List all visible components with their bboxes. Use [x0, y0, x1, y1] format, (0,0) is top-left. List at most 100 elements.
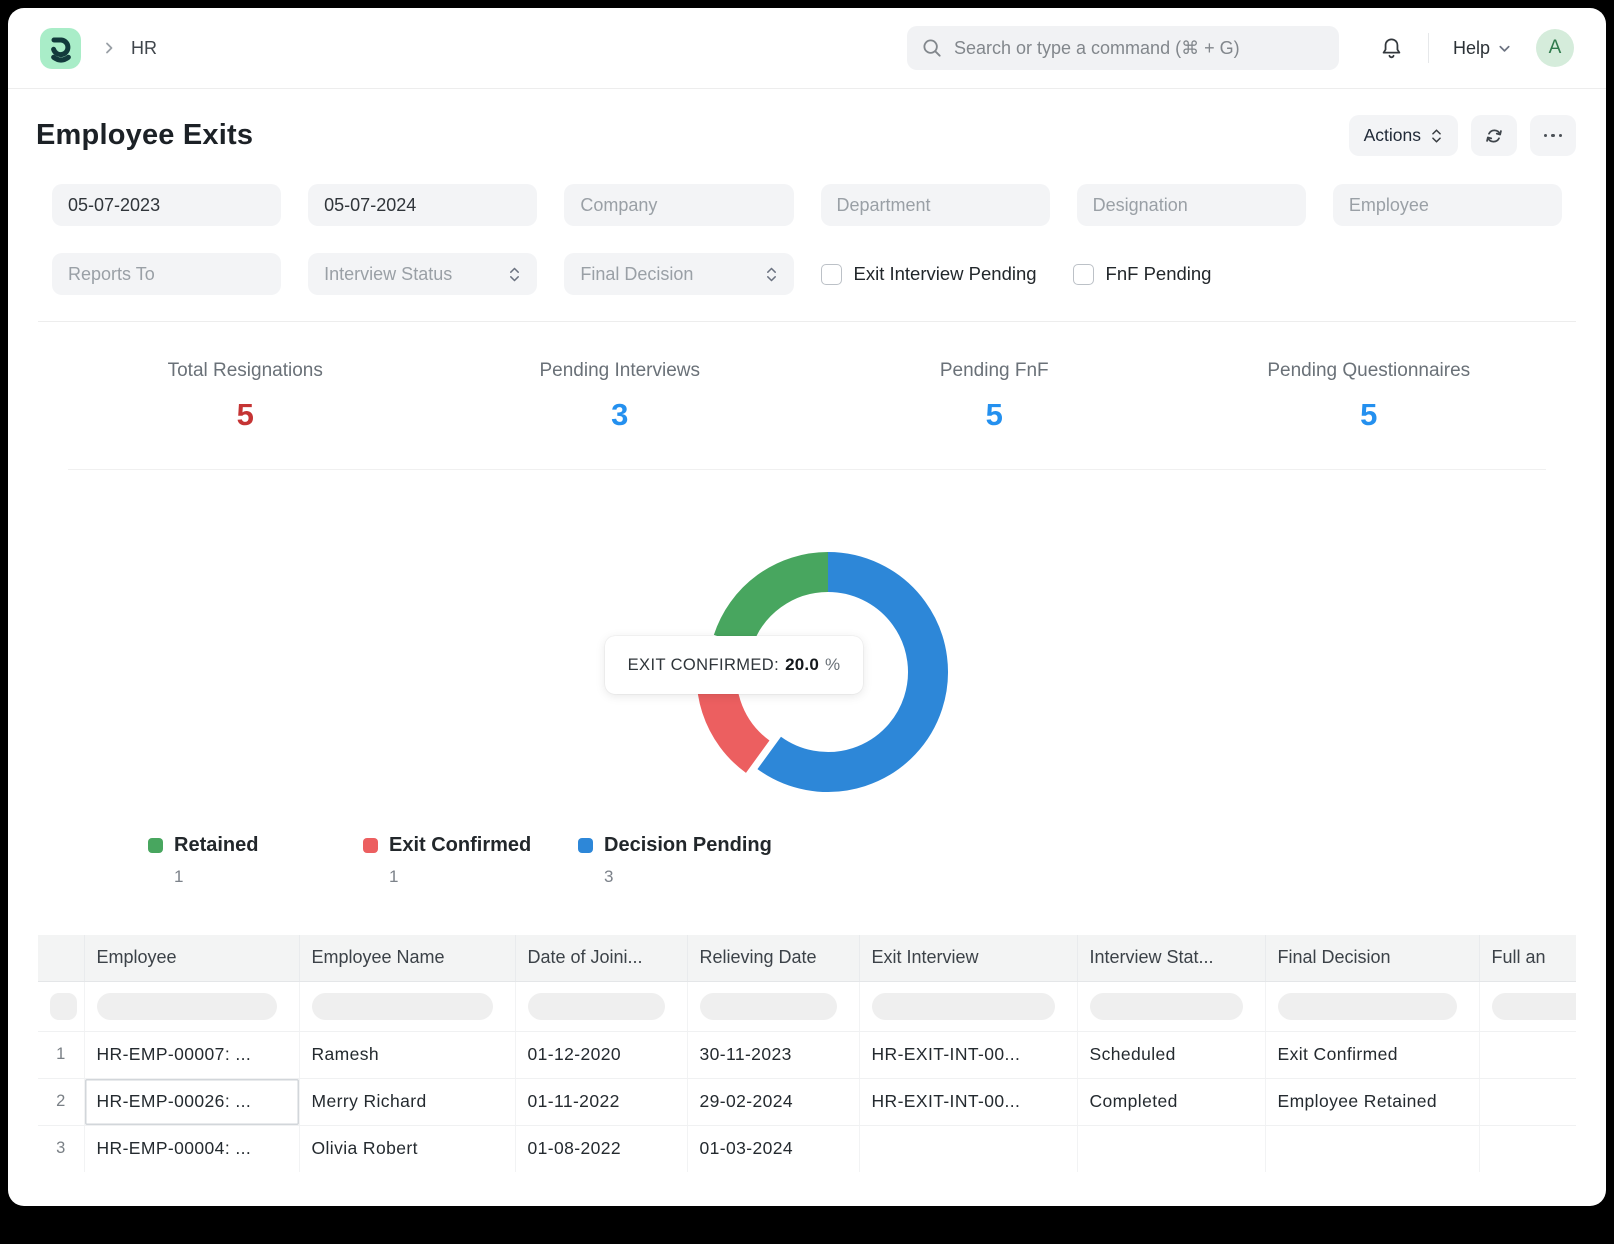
table-row: 3HR-EMP-00004: ...Olivia Robert01-08-202…	[38, 1125, 1576, 1172]
column-filter-cell[interactable]	[1265, 981, 1479, 1031]
legend-item-exit-confirmed: Exit Confirmed1	[363, 834, 578, 887]
column-filter-input[interactable]	[700, 993, 837, 1020]
column-filter-input[interactable]	[1492, 993, 1577, 1020]
interview-status-select[interactable]: Interview Status	[308, 253, 537, 295]
row-number-cell[interactable]: 1	[38, 1031, 84, 1078]
column-header-employee[interactable]: Employee	[84, 935, 299, 981]
notifications-bell-icon[interactable]	[1379, 36, 1404, 61]
to-date-filter[interactable]	[308, 184, 537, 226]
fnf-pending-checkbox[interactable]: FnF Pending	[1073, 263, 1212, 285]
final-decision-label: Final Decision	[580, 264, 693, 285]
column-filter-input[interactable]	[97, 993, 277, 1020]
column-filter-input[interactable]	[528, 993, 665, 1020]
table-cell[interactable]: 30-11-2023	[687, 1031, 859, 1078]
table-cell[interactable]	[1479, 1078, 1576, 1125]
search-icon	[921, 37, 943, 59]
column-header-interview-stat[interactable]: Interview Stat...	[1077, 935, 1265, 981]
checkbox-zone: Exit Interview Pending FnF Pending	[821, 253, 1563, 295]
menu-ellipsis-button[interactable]	[1530, 115, 1576, 156]
column-filter-cell[interactable]	[515, 981, 687, 1031]
department-input[interactable]	[837, 195, 1034, 216]
legend-label: Exit Confirmed	[389, 834, 531, 857]
department-filter[interactable]	[821, 184, 1050, 226]
designation-filter[interactable]	[1077, 184, 1306, 226]
help-menu[interactable]: Help	[1453, 38, 1512, 59]
donut-segment-retained[interactable]	[733, 572, 828, 641]
company-input[interactable]	[580, 195, 777, 216]
table-cell[interactable]: HR-EMP-00004: ...	[84, 1125, 299, 1172]
column-filter-input[interactable]	[1278, 993, 1457, 1020]
column-filter-cell[interactable]	[84, 981, 299, 1031]
table-cell[interactable]	[1077, 1125, 1265, 1172]
search-bar[interactable]	[907, 26, 1339, 70]
company-filter[interactable]	[564, 184, 793, 226]
table-cell[interactable]: Scheduled	[1077, 1031, 1265, 1078]
column-filter-input[interactable]	[312, 993, 493, 1020]
employee-filter[interactable]	[1333, 184, 1562, 226]
table-cell[interactable]: Olivia Robert	[299, 1125, 515, 1172]
column-header-exit-interview[interactable]: Exit Interview	[859, 935, 1077, 981]
column-header-employee-name[interactable]: Employee Name	[299, 935, 515, 981]
row-number-cell[interactable]: 2	[38, 1078, 84, 1125]
stat-value: 3	[433, 397, 808, 433]
table-cell[interactable]	[1479, 1031, 1576, 1078]
legend-swatch-icon	[363, 838, 378, 853]
legend-label: Retained	[174, 834, 258, 857]
column-filter-cell[interactable]	[859, 981, 1077, 1031]
column-header-final-decision[interactable]: Final Decision	[1265, 935, 1479, 981]
breadcrumb[interactable]: HR	[131, 38, 157, 59]
select-all-cell[interactable]	[38, 981, 84, 1031]
reports-to-filter[interactable]	[52, 253, 281, 295]
final-decision-select[interactable]: Final Decision	[564, 253, 793, 295]
table-cell[interactable]: Exit Confirmed	[1265, 1031, 1479, 1078]
select-all-filter[interactable]	[50, 993, 77, 1020]
table-cell[interactable]: 01-12-2020	[515, 1031, 687, 1078]
tooltip-suffix: %	[825, 655, 840, 675]
from-date-input[interactable]	[68, 195, 265, 216]
table-cell[interactable]	[859, 1125, 1077, 1172]
reports-to-input[interactable]	[68, 264, 265, 285]
table-cell[interactable]: 01-11-2022	[515, 1078, 687, 1125]
table-cell[interactable]: HR-EMP-00007: ...	[84, 1031, 299, 1078]
refresh-button[interactable]	[1471, 115, 1517, 156]
column-filter-cell[interactable]	[687, 981, 859, 1031]
column-filter-cell[interactable]	[1479, 981, 1576, 1031]
column-header-relieving-date[interactable]: Relieving Date	[687, 935, 859, 981]
employee-input[interactable]	[1349, 195, 1546, 216]
stat-total-resignations: Total Resignations5	[58, 360, 433, 433]
designation-input[interactable]	[1093, 195, 1290, 216]
user-avatar[interactable]: A	[1536, 29, 1574, 67]
column-header-date-of-joini[interactable]: Date of Joini...	[515, 935, 687, 981]
table-cell[interactable]	[1265, 1125, 1479, 1172]
to-date-input[interactable]	[324, 195, 521, 216]
column-filter-input[interactable]	[1090, 993, 1243, 1020]
frappe-hr-logo[interactable]	[40, 28, 81, 69]
table-cell[interactable]: 01-08-2022	[515, 1125, 687, 1172]
column-filter-input[interactable]	[872, 993, 1055, 1020]
exit-interview-pending-checkbox[interactable]: Exit Interview Pending	[821, 263, 1037, 285]
table-cell[interactable]: 01-03-2024	[687, 1125, 859, 1172]
column-header-full-an[interactable]: Full an	[1479, 935, 1576, 981]
column-filter-cell[interactable]	[1077, 981, 1265, 1031]
table-cell[interactable]: Employee Retained	[1265, 1078, 1479, 1125]
from-date-filter[interactable]	[52, 184, 281, 226]
chevron-updown-icon	[765, 266, 778, 283]
search-input[interactable]	[954, 38, 1325, 59]
legend-count: 3	[604, 867, 793, 887]
column-filter-cell[interactable]	[299, 981, 515, 1031]
row-number-cell[interactable]: 3	[38, 1125, 84, 1172]
actions-button[interactable]: Actions	[1349, 115, 1458, 156]
table-cell[interactable]: HR-EXIT-INT-00...	[859, 1031, 1077, 1078]
table-cell[interactable]: 29-02-2024	[687, 1078, 859, 1125]
legend-count: 1	[174, 867, 363, 887]
row-number-header[interactable]	[38, 935, 84, 981]
refresh-icon	[1483, 125, 1505, 147]
table-cell[interactable]: Completed	[1077, 1078, 1265, 1125]
stat-value: 5	[58, 397, 433, 433]
table-cell[interactable]: HR-EXIT-INT-00...	[859, 1078, 1077, 1125]
filter-row-2: Interview Status Final Decision Exit Int…	[52, 253, 1562, 295]
table-cell[interactable]: HR-EMP-00026: ...	[84, 1078, 299, 1125]
table-cell[interactable]: Ramesh	[299, 1031, 515, 1078]
table-cell[interactable]	[1479, 1125, 1576, 1172]
table-cell[interactable]: Merry Richard	[299, 1078, 515, 1125]
